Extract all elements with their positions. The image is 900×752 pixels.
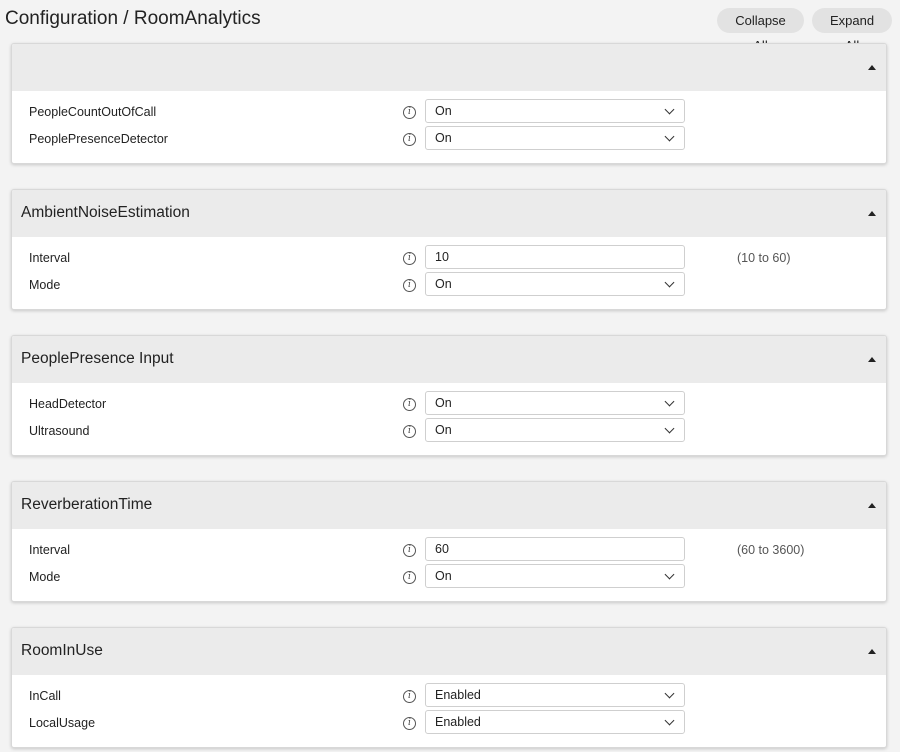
- section-ambient-noise-estimation: AmbientNoiseEstimation Interval i 10 (10…: [11, 189, 887, 310]
- ultrasound-select[interactable]: On: [425, 418, 685, 442]
- chevron-down-icon: [664, 715, 675, 726]
- setting-label: Ultrasound: [29, 424, 90, 438]
- chevron-down-icon: [664, 569, 675, 580]
- range-hint: (10 to 60): [737, 251, 791, 265]
- page-header: Configuration / RoomAnalytics Collapse A…: [0, 0, 900, 53]
- setting-row: InCall i Enabled: [12, 683, 886, 710]
- collapse-triangle-icon[interactable]: [868, 649, 876, 654]
- setting-label: Interval: [29, 543, 70, 557]
- setting-label: Mode: [29, 278, 61, 292]
- people-presence-detector-select[interactable]: On: [425, 126, 685, 150]
- section-people-count: PeopleCountOutOfCall i On PeoplePresence…: [11, 43, 887, 164]
- ambient-noise-interval-input[interactable]: 10: [425, 245, 685, 269]
- section-header[interactable]: [12, 44, 886, 91]
- setting-label: PeoplePresenceDetector: [29, 132, 168, 146]
- expand-all-button[interactable]: Expand All: [812, 8, 892, 53]
- chevron-down-icon: [664, 277, 675, 288]
- ambient-noise-mode-select[interactable]: On: [425, 272, 685, 296]
- local-usage-select[interactable]: Enabled: [425, 710, 685, 734]
- chevron-down-icon: [664, 423, 675, 434]
- section-header[interactable]: RoomInUse: [12, 628, 886, 675]
- setting-label: InCall: [29, 689, 61, 703]
- section-people-presence-input: PeoplePresence Input HeadDetector i On U…: [11, 335, 887, 456]
- collapse-triangle-icon[interactable]: [868, 211, 876, 216]
- setting-row: Mode i On: [12, 272, 886, 299]
- setting-row: PeoplePresenceDetector i On: [12, 126, 886, 153]
- collapse-triangle-icon[interactable]: [868, 65, 876, 70]
- setting-label: Interval: [29, 251, 70, 265]
- info-icon[interactable]: i: [403, 544, 416, 557]
- collapse-triangle-icon[interactable]: [868, 503, 876, 508]
- section-header[interactable]: ReverberationTime: [12, 482, 886, 529]
- range-hint: (60 to 3600): [737, 543, 805, 557]
- setting-label: LocalUsage: [29, 716, 96, 730]
- setting-row: HeadDetector i On: [12, 391, 886, 418]
- section-title: RoomInUse: [21, 642, 103, 659]
- select-value: On: [435, 569, 452, 583]
- section-header[interactable]: AmbientNoiseEstimation: [12, 190, 886, 237]
- chevron-down-icon: [664, 131, 675, 142]
- input-value: 10: [435, 250, 449, 264]
- info-icon[interactable]: i: [403, 398, 416, 411]
- setting-label: PeopleCountOutOfCall: [29, 105, 157, 119]
- select-value: On: [435, 396, 452, 410]
- section-room-in-use: RoomInUse InCall i Enabled LocalUsage i …: [11, 627, 887, 748]
- collapse-triangle-icon[interactable]: [868, 357, 876, 362]
- setting-row: PeopleCountOutOfCall i On: [12, 99, 886, 126]
- setting-row: Interval i 10 (10 to 60): [12, 245, 886, 272]
- section-title: ReverberationTime: [21, 496, 153, 513]
- collapse-all-button[interactable]: Collapse All: [717, 8, 804, 53]
- chevron-down-icon: [664, 396, 675, 407]
- in-call-select[interactable]: Enabled: [425, 683, 685, 707]
- info-icon[interactable]: i: [403, 425, 416, 438]
- input-value: 60: [435, 542, 449, 556]
- setting-row: Ultrasound i On: [12, 418, 886, 445]
- chevron-down-icon: [664, 104, 675, 115]
- info-icon[interactable]: i: [403, 279, 416, 292]
- setting-label: Mode: [29, 570, 61, 584]
- section-reverberation-time: ReverberationTime Interval i 60 (60 to 3…: [11, 481, 887, 602]
- info-icon[interactable]: i: [403, 106, 416, 119]
- setting-row: Interval i 60 (60 to 3600): [12, 537, 886, 564]
- select-value: Enabled: [435, 688, 481, 702]
- reverberation-mode-select[interactable]: On: [425, 564, 685, 588]
- section-title: AmbientNoiseEstimation: [21, 204, 190, 221]
- select-value: On: [435, 423, 452, 437]
- chevron-down-icon: [664, 688, 675, 699]
- info-icon[interactable]: i: [403, 717, 416, 730]
- info-icon[interactable]: i: [403, 133, 416, 146]
- setting-label: HeadDetector: [29, 397, 107, 411]
- info-icon[interactable]: i: [403, 571, 416, 584]
- setting-row: Mode i On: [12, 564, 886, 591]
- people-count-out-of-call-select[interactable]: On: [425, 99, 685, 123]
- reverberation-interval-input[interactable]: 60: [425, 537, 685, 561]
- section-header[interactable]: PeoplePresence Input: [12, 336, 886, 383]
- info-icon[interactable]: i: [403, 690, 416, 703]
- select-value: On: [435, 104, 452, 118]
- info-icon[interactable]: i: [403, 252, 416, 265]
- select-value: On: [435, 277, 452, 291]
- page-title: Configuration / RoomAnalytics: [5, 8, 261, 29]
- section-title: PeoplePresence Input: [21, 350, 174, 367]
- select-value: Enabled: [435, 715, 481, 729]
- select-value: On: [435, 131, 452, 145]
- head-detector-select[interactable]: On: [425, 391, 685, 415]
- setting-row: LocalUsage i Enabled: [12, 710, 886, 737]
